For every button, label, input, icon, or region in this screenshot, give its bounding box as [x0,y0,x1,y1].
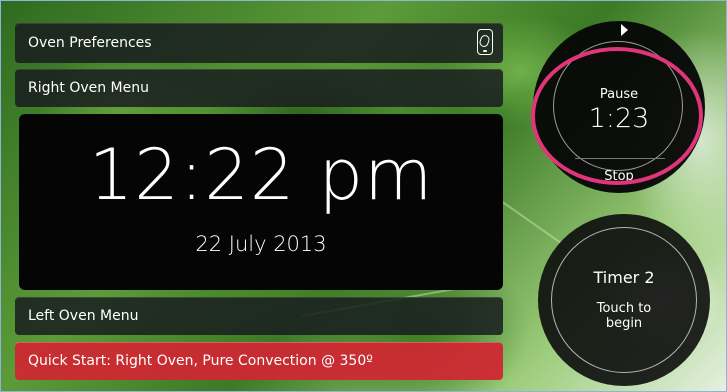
oven-preferences-button[interactable]: Oven Preferences [15,23,503,63]
play-marker-icon [621,24,628,36]
clock-date: 22 July 2013 [195,232,327,256]
clock-time: 12:22 pm [88,134,434,216]
right-oven-menu-label: Right Oven Menu [28,80,149,96]
left-oven-menu-label: Left Oven Menu [28,308,139,324]
timer-2-hint-line2: begin [605,316,643,331]
phone-link-icon[interactable] [477,29,493,55]
oven-preferences-label: Oven Preferences [28,35,152,51]
timer-2-inner-ring [551,227,697,373]
timer-2-label: Timer 2 [593,268,655,287]
quick-start-label: Quick Start: Right Oven, Pure Convection… [28,353,373,369]
oven-control-screen: Oven Preferences Right Oven Menu 12:22 p… [0,0,727,392]
highlight-ring [531,47,703,185]
timer-2-hint-line1: Touch to [596,301,652,316]
right-oven-menu-button[interactable]: Right Oven Menu [15,69,503,107]
timer-2-hint: Touch to begin [538,301,710,331]
left-oven-menu-button[interactable]: Left Oven Menu [15,297,503,335]
timer-2-button[interactable]: Timer 2 Touch to begin [538,214,710,386]
clock-panel: 12:22 pm 22 July 2013 [19,114,503,290]
quick-start-button[interactable]: Quick Start: Right Oven, Pure Convection… [15,342,503,380]
